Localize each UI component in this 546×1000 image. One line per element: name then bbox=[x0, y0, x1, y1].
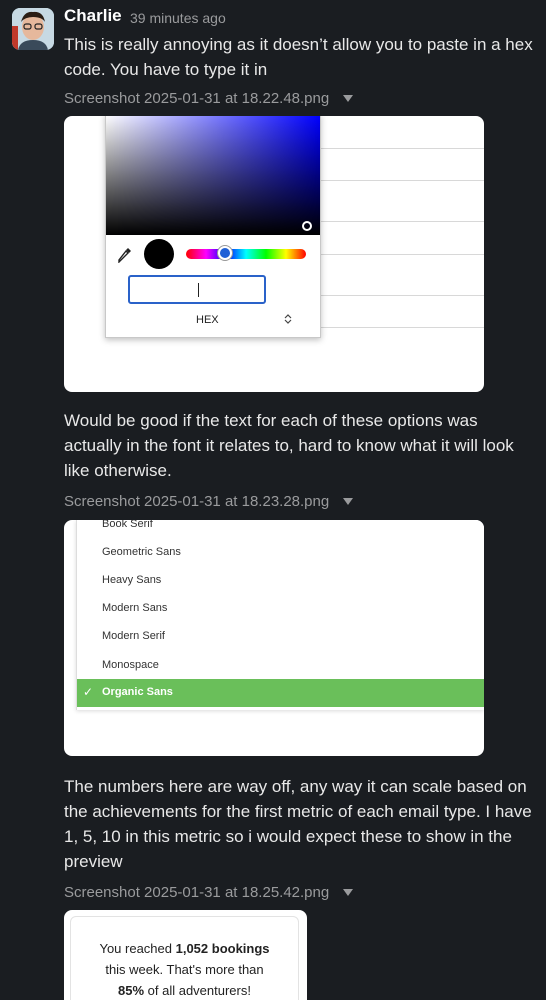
message-text: This is really annoying as it doesn’t al… bbox=[64, 35, 533, 79]
hue-handle bbox=[218, 246, 232, 260]
email-text: of all adventurers! bbox=[144, 983, 251, 998]
message-text: Would be good if the text for each of th… bbox=[64, 411, 514, 480]
email-preview-line: 85% of all adventurers! bbox=[71, 983, 298, 998]
message-text: The numbers here are way off, any way it… bbox=[64, 777, 532, 871]
attachment-filename-label: Screenshot 2025-01-31 at 18.23.28.png bbox=[64, 493, 330, 510]
email-highlight: 85% bbox=[118, 983, 145, 998]
chevron-down-icon[interactable] bbox=[343, 95, 354, 102]
avatar-image bbox=[12, 8, 54, 50]
email-preview-card: You reached 1,052 bookings this week. Th… bbox=[70, 916, 299, 1000]
email-highlight: 1,052 bookings bbox=[175, 941, 270, 956]
font-option: Heavy Sans bbox=[102, 574, 162, 586]
saturation-handle bbox=[302, 221, 312, 231]
attachment-filename-label: Screenshot 2025-01-31 at 18.25.42.png bbox=[64, 884, 330, 901]
attachment-image[interactable]: Book Serif Geometric Sans Heavy Sans Mod… bbox=[64, 520, 484, 756]
attachment-image[interactable]: You reached 1,052 bookings this week. Th… bbox=[64, 910, 307, 1000]
font-option: Modern Serif bbox=[102, 630, 165, 642]
font-option: Book Serif bbox=[102, 520, 153, 530]
font-option-selected: ✓ Organic Sans bbox=[77, 679, 484, 707]
hex-input bbox=[128, 275, 266, 304]
text-cursor bbox=[198, 283, 199, 297]
color-picker: HEX bbox=[105, 116, 321, 338]
color-swatch bbox=[144, 239, 174, 269]
format-label: HEX bbox=[196, 314, 219, 326]
email-preview-line: You reached 1,052 bookings bbox=[71, 941, 298, 956]
hue-slider bbox=[186, 249, 306, 259]
attachment-filename[interactable]: Screenshot 2025-01-31 at 18.25.42.png bbox=[64, 884, 354, 901]
chevron-down-icon[interactable] bbox=[343, 889, 354, 896]
avatar[interactable] bbox=[12, 8, 54, 50]
attachment-filename[interactable]: Screenshot 2025-01-31 at 18.22.48.png bbox=[64, 90, 354, 107]
font-option: Modern Sans bbox=[102, 602, 168, 614]
checkmark-icon: ✓ bbox=[83, 685, 94, 699]
font-option-label: Organic Sans bbox=[102, 686, 173, 698]
saturation-panel bbox=[106, 116, 320, 235]
format-toggle-icon bbox=[284, 313, 292, 328]
author-name[interactable]: Charlie bbox=[64, 6, 122, 26]
email-preview-line: this week. That's more than bbox=[105, 962, 264, 977]
attachment-filename[interactable]: Screenshot 2025-01-31 at 18.23.28.png bbox=[64, 493, 354, 510]
attachment-filename-label: Screenshot 2025-01-31 at 18.22.48.png bbox=[64, 90, 330, 107]
email-text: You reached bbox=[99, 941, 176, 956]
attachment-image[interactable]: HEX bbox=[64, 116, 484, 392]
message-timestamp[interactable]: 39 minutes ago bbox=[130, 10, 226, 26]
font-option: Geometric Sans bbox=[102, 546, 181, 558]
font-dropdown: Book Serif Geometric Sans Heavy Sans Mod… bbox=[76, 520, 484, 710]
chevron-down-icon[interactable] bbox=[343, 498, 354, 505]
font-option: Monospace bbox=[102, 659, 159, 671]
eyedropper-icon bbox=[118, 247, 132, 267]
